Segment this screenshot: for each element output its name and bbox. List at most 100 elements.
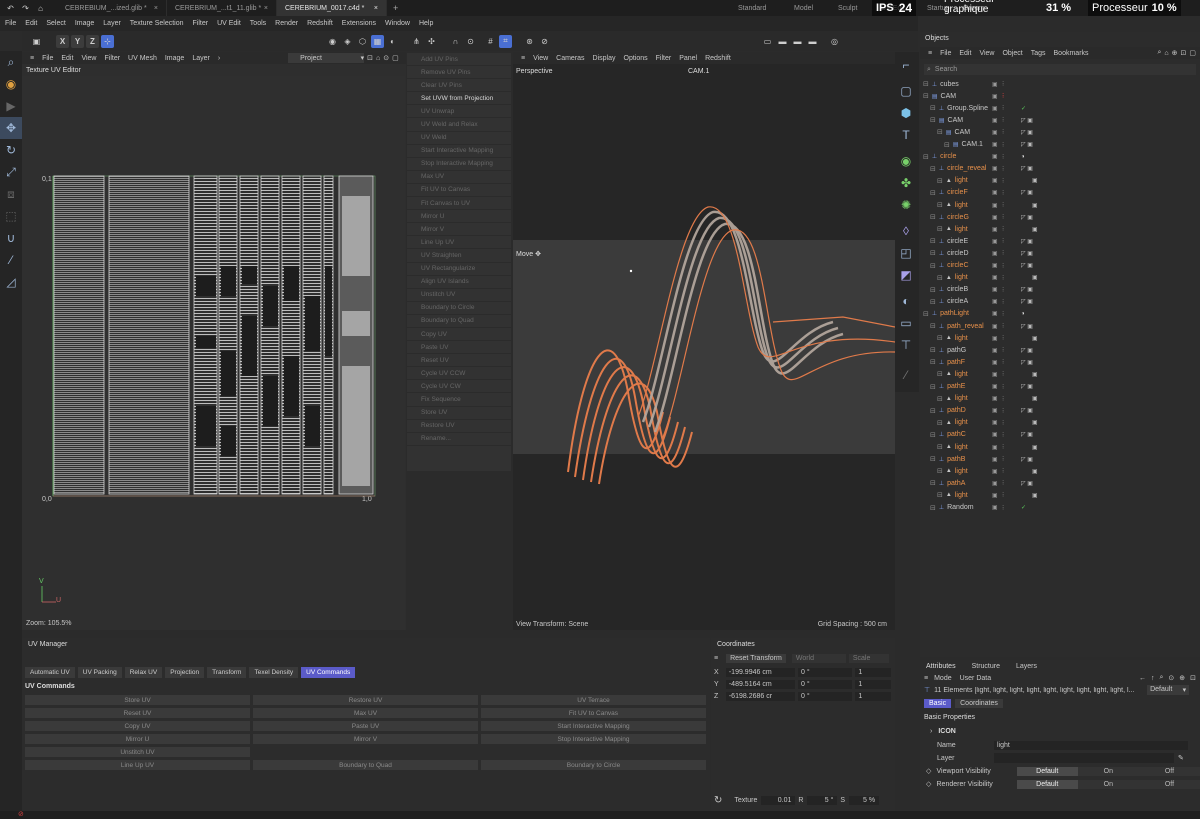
visibility-dots-icon[interactable]: ⁝ <box>1002 407 1004 415</box>
uv-command-item[interactable]: UV Straighten <box>407 249 511 263</box>
visibility-dots-icon[interactable]: ⁝ <box>1002 189 1004 197</box>
menu-layer[interactable]: Layer <box>103 20 121 27</box>
visibility-dots-icon[interactable]: ⁝ <box>1002 80 1004 88</box>
expand-icon[interactable]: ⊟ <box>944 141 950 149</box>
uv-command-item[interactable]: Copy UV <box>407 328 511 342</box>
menu-edit[interactable]: Edit <box>25 20 37 27</box>
lock-icon[interactable]: ⊡ <box>367 54 373 62</box>
uv-manager-button[interactable]: Boundary to Quad <box>253 760 478 770</box>
uv-manager-button[interactable]: Mirror V <box>253 734 478 744</box>
object-row[interactable]: ⊟ ⊥ Random ▣ ⁝ ✓ <box>920 502 1200 514</box>
position-field[interactable]: -6198.2686 cr <box>725 691 796 701</box>
expand-icon[interactable]: ⊟ <box>937 419 943 427</box>
expand-icon[interactable]: ⊟ <box>930 431 936 439</box>
visibility-toggle-icon[interactable]: ▣ <box>992 202 998 209</box>
uv-command-item[interactable]: Cycle UV CW <box>407 380 511 394</box>
object-row[interactable]: ⊟ ⊥ circle ▣ ⁝ ◑ <box>920 151 1200 163</box>
uv-command-item[interactable]: Boundary to Circle <box>407 302 511 315</box>
render-view-icon[interactable]: ▬ <box>776 35 789 48</box>
hamburger-icon[interactable]: ≡ <box>30 55 34 62</box>
visibility-option[interactable]: On <box>1077 766 1139 776</box>
home-icon[interactable]: ⌂ <box>34 2 47 15</box>
tag-icon[interactable]: ▣ <box>1032 395 1038 402</box>
visibility-toggle-icon[interactable]: ▣ <box>992 286 998 293</box>
project-dropdown[interactable]: Project ▾ <box>288 53 365 63</box>
uv-command-item[interactable]: Start Interactive Mapping <box>407 145 511 158</box>
uv-command-item[interactable]: Max UV <box>407 171 511 184</box>
object-row[interactable]: ⊟ ⊥ pathA ▣ ⁝ ◸ ▣ <box>920 477 1200 489</box>
object-row[interactable]: ⊟ ⊥ path_reveal ▣ ⁝ ◸ ▣ <box>920 320 1200 332</box>
visibility-dots-icon[interactable]: ⁝ <box>1002 370 1004 378</box>
axis-z-button[interactable]: Z <box>86 34 99 48</box>
visibility-toggle-icon[interactable]: ▣ <box>992 177 998 184</box>
uv-manager-button[interactable]: Stop Interactive Mapping <box>481 734 706 744</box>
keyframe-icon[interactable]: ◇ <box>926 780 937 788</box>
visibility-toggle-icon[interactable]: ▣ <box>992 504 998 511</box>
expand-icon[interactable]: ⊟ <box>930 249 936 257</box>
transform-icon[interactable]: ⧈ <box>0 183 22 205</box>
uv-manager-tab[interactable]: Texel Density <box>249 667 299 678</box>
tag-icon[interactable]: ◸ ▣ <box>1021 347 1033 354</box>
undo-icon[interactable]: ↶ <box>4 2 17 15</box>
visibility-dots-icon[interactable]: ⁝ <box>1002 455 1004 463</box>
object-row[interactable]: ⊟ ▤ CAM ▣ ⁝ ◸ ▣ <box>920 126 1200 138</box>
light-icon[interactable]: ⊤ <box>895 334 917 356</box>
menu-help[interactable]: Help <box>419 20 433 27</box>
obj-menu-tags[interactable]: Tags <box>1031 50 1046 57</box>
visibility-toggle-icon[interactable]: ▣ <box>992 81 998 88</box>
knife-icon[interactable]: ◿ <box>0 271 22 293</box>
tag-icon[interactable]: ▣ <box>1032 419 1038 426</box>
snap-icon[interactable]: ⌗ <box>499 34 512 48</box>
object-row[interactable]: ⊟ ⊥ circleG ▣ ⁝ ◸ ▣ <box>920 211 1200 223</box>
camera-icon[interactable]: ▭ <box>895 312 917 334</box>
tab-structure[interactable]: Structure <box>972 663 1000 670</box>
visibility-option[interactable]: Off <box>1138 766 1200 776</box>
uv-command-item[interactable]: Restore UV <box>407 420 511 433</box>
pin-icon[interactable]: ⊙ <box>383 54 389 62</box>
visibility-toggle-icon[interactable]: ▣ <box>992 298 998 305</box>
render-settings-icon[interactable]: ▬ <box>806 35 819 48</box>
search-icon[interactable]: ⌕ <box>0 51 22 73</box>
menu-uv-edit[interactable]: UV Edit <box>217 20 241 27</box>
uv-menu-file[interactable]: File <box>42 55 53 62</box>
visibility-toggle-icon[interactable]: ▣ <box>992 431 998 438</box>
expand-icon[interactable]: ⊟ <box>937 201 943 209</box>
menu-texture-selection[interactable]: Texture Selection <box>130 20 184 27</box>
tag-icon[interactable]: ◸ ▣ <box>1021 431 1033 438</box>
object-row[interactable]: ⊟ ⊥ circleD ▣ ⁝ ◸ ▣ <box>920 247 1200 259</box>
visibility-toggle-icon[interactable]: ▣ <box>992 383 998 390</box>
expand-icon[interactable]: ⊟ <box>937 274 943 282</box>
tag-icon[interactable]: ◸ ▣ <box>1021 480 1033 487</box>
uv-command-item[interactable]: Unstitch UV <box>407 289 511 302</box>
object-row[interactable]: ⊟ ▲ light ▣ ⁝ ▣ <box>920 332 1200 344</box>
generator-icon[interactable]: ◉ <box>895 150 917 172</box>
edges-mode-icon[interactable]: ◈ <box>341 35 354 48</box>
lock-icon[interactable]: ⊡ <box>1181 49 1187 57</box>
object-row[interactable]: ⊟ ▲ light ▣ ⁝ ▣ <box>920 368 1200 380</box>
expand-icon[interactable]: ⊟ <box>930 237 936 245</box>
vp-menu-redshift[interactable]: Redshift <box>705 55 731 62</box>
expand-icon[interactable]: ⊟ <box>930 286 936 294</box>
play-icon[interactable]: ▶ <box>0 95 22 117</box>
r-value[interactable]: 5 ° <box>807 796 838 805</box>
expand-icon[interactable]: ⊟ <box>930 358 936 366</box>
close-icon[interactable]: × <box>374 5 378 12</box>
uv-command-item[interactable]: Stop Interactive Mapping <box>407 158 511 171</box>
render-region-icon[interactable]: ▭ <box>761 35 774 48</box>
vp-menu-panel[interactable]: Panel <box>679 55 697 62</box>
visibility-dots-icon[interactable]: ⁝ <box>1002 165 1004 173</box>
expand-icon[interactable]: ⊟ <box>937 177 943 185</box>
menu-tools[interactable]: Tools <box>250 20 266 27</box>
new-icon[interactable]: ⊕ <box>1179 674 1185 682</box>
obj-menu-edit[interactable]: Edit <box>959 50 971 57</box>
visibility-dots-icon[interactable]: ⁝ <box>1002 395 1004 403</box>
search-icon[interactable]: ⌕ <box>1157 49 1161 57</box>
points-mode-icon[interactable]: ◉ <box>326 35 339 48</box>
expand-icon[interactable]: ⊟ <box>923 310 929 318</box>
uv-command-item[interactable]: Set UVW from Projection <box>407 92 511 106</box>
reset-transform-button[interactable]: Reset Transform <box>726 654 786 663</box>
preset-dropdown[interactable]: Default ▾ <box>1147 685 1190 695</box>
visibility-toggle-icon[interactable]: ▣ <box>992 141 998 148</box>
expand-icon[interactable]: ⊟ <box>937 467 943 475</box>
visibility-dots-icon[interactable]: ⁝ <box>1002 504 1004 512</box>
